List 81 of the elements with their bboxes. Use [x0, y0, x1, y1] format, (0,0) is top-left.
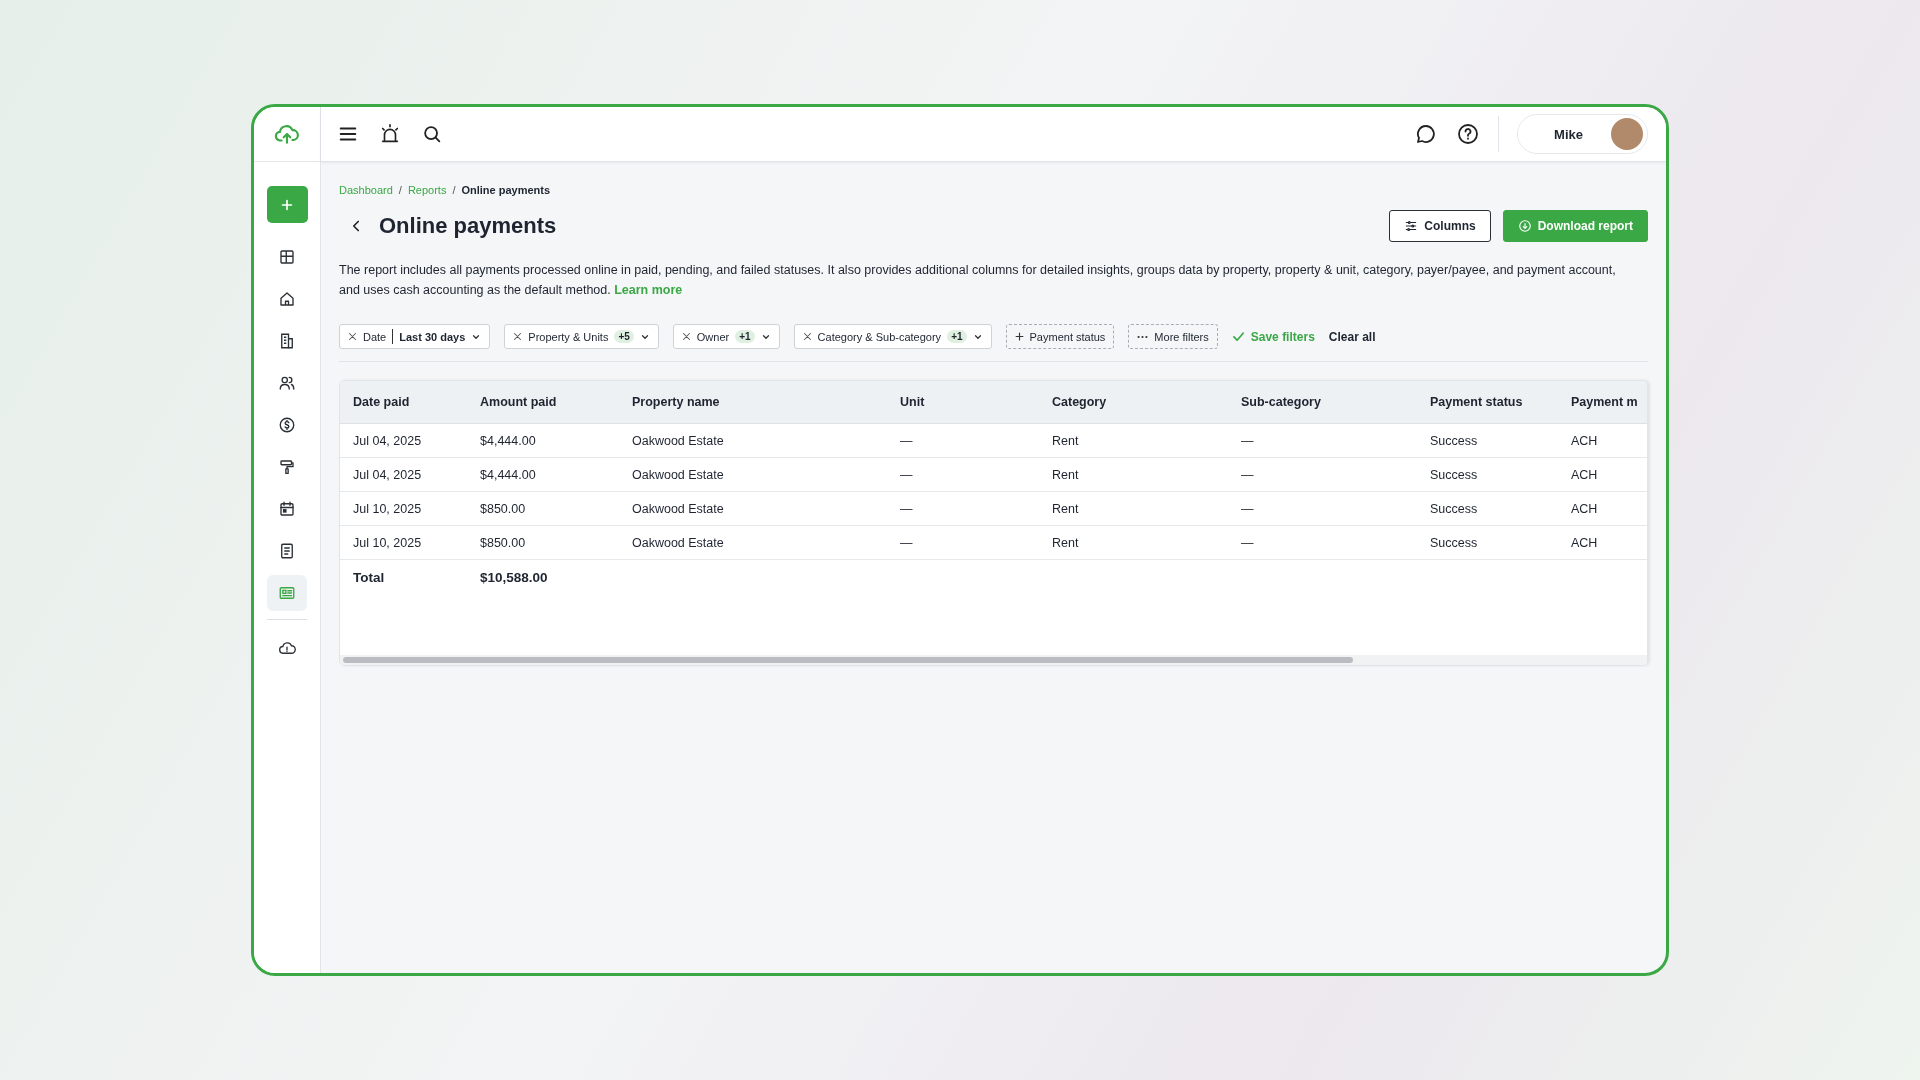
report-icon	[278, 584, 296, 602]
search-icon[interactable]	[421, 123, 443, 145]
table-cell-text: Oakwood Estate	[631, 433, 725, 448]
table-cell-text: —	[1240, 501, 1255, 516]
document-icon	[278, 332, 296, 350]
table-cell-text: —	[1240, 433, 1255, 448]
plus-icon	[1014, 332, 1024, 341]
close-icon[interactable]	[513, 332, 523, 341]
table-cell-text: ACH	[1570, 535, 1599, 550]
more-filters-button[interactable]: More filters	[1128, 324, 1218, 349]
grid-icon	[278, 248, 296, 266]
table-cell-text: —	[1240, 467, 1255, 482]
column-header: Payment status	[1429, 395, 1524, 409]
table-cell-text: ACH	[1570, 433, 1599, 448]
table-cell-text: —	[899, 467, 914, 482]
paint-roller-icon	[278, 458, 296, 476]
table-cell-text: —	[899, 535, 914, 550]
table-cell-text: Rent	[1051, 535, 1080, 550]
people-icon	[278, 374, 296, 392]
document-icon	[278, 542, 296, 560]
table-cell-text: Success	[1429, 501, 1479, 516]
table-cell-text: $850.00	[479, 535, 527, 550]
checkmark-icon	[1231, 330, 1245, 343]
table-cell-text: Rent	[1051, 433, 1080, 448]
breadcrumb-link[interactable]: Online payments	[461, 184, 551, 196]
download-icon	[1517, 219, 1532, 233]
calendar-icon	[278, 500, 296, 518]
close-icon[interactable]	[802, 332, 812, 341]
table-cell-text: Success	[1429, 467, 1479, 482]
table-cell-text: —	[899, 501, 914, 516]
cloud-alert-icon	[278, 639, 296, 657]
table-cell-text: $850.00	[479, 501, 527, 516]
dots-icon	[1137, 334, 1149, 339]
add-button[interactable]	[266, 186, 308, 223]
table-cell-text: Jul 10, 2025	[352, 501, 423, 516]
total-amount: $10,588.00	[479, 570, 549, 585]
table-cell-text: ACH	[1570, 501, 1599, 516]
column-header: Unit	[899, 395, 926, 409]
user-menu-button[interactable]: Mike	[1517, 114, 1648, 154]
table-cell-text: ACH	[1570, 467, 1599, 482]
filter-chip[interactable]: Category & Sub-category +1	[793, 324, 992, 349]
table-cell-text: Jul 04, 2025	[352, 467, 423, 482]
filter-chip[interactable]: Property & Units +5	[504, 324, 659, 349]
table-cell-text: Oakwood Estate	[631, 501, 725, 516]
column-header: Property name	[631, 395, 721, 409]
page-title: Online payments	[379, 213, 557, 239]
table-cell-text: Success	[1429, 535, 1479, 550]
table-cell-text: $4,444.00	[479, 467, 537, 482]
breadcrumb-separator: /	[452, 184, 456, 196]
total-label: Total	[352, 570, 386, 585]
filter-chip[interactable]: Date Last 30 days	[339, 324, 491, 349]
table-cell-text: —	[899, 433, 914, 448]
table-cell-text: —	[1240, 535, 1255, 550]
column-header: Sub-category	[1240, 395, 1322, 409]
table-cell-text: Rent	[1051, 467, 1080, 482]
avatar	[1611, 118, 1643, 150]
help-icon[interactable]	[1456, 122, 1481, 146]
close-icon[interactable]	[681, 332, 691, 341]
alarm-light-icon[interactable]	[379, 123, 401, 145]
columns-button[interactable]: Columns	[1389, 210, 1491, 242]
column-header: Payment m	[1570, 395, 1639, 409]
table-cell-text: Jul 04, 2025	[352, 433, 423, 448]
horizontal-scrollbar[interactable]	[343, 657, 1353, 663]
table-cell-text: Rent	[1051, 501, 1080, 516]
table-cell-text: $4,444.00	[479, 433, 537, 448]
add-filter-button[interactable]: Payment status	[1005, 324, 1115, 349]
table-cell-text: Success	[1429, 433, 1479, 448]
sliders-icon	[1404, 219, 1419, 233]
table-cell-text: Jul 10, 2025	[352, 535, 423, 550]
filter-chip[interactable]: Owner +1	[672, 324, 780, 349]
table-cell-text: Oakwood Estate	[631, 535, 725, 550]
close-icon[interactable]	[348, 332, 357, 341]
column-header: Amount paid	[479, 395, 558, 409]
table-cell-text: Oakwood Estate	[631, 467, 725, 482]
home-icon	[278, 290, 296, 308]
column-header: Category	[1051, 395, 1108, 409]
clear-all-button[interactable]: Clear all	[1328, 329, 1376, 344]
breadcrumb-separator: /	[398, 184, 402, 196]
dollar-icon	[278, 416, 296, 434]
report-description: The report includes all payments processed online in paid, pending, and failed statuses. It also provides additional columns for detailed insights, groups data by property, property & unit, category, payer/payee, and payment account, and uses cash accounting as the default method. Learn more	[339, 262, 1617, 299]
column-header: Date paid	[352, 395, 411, 409]
